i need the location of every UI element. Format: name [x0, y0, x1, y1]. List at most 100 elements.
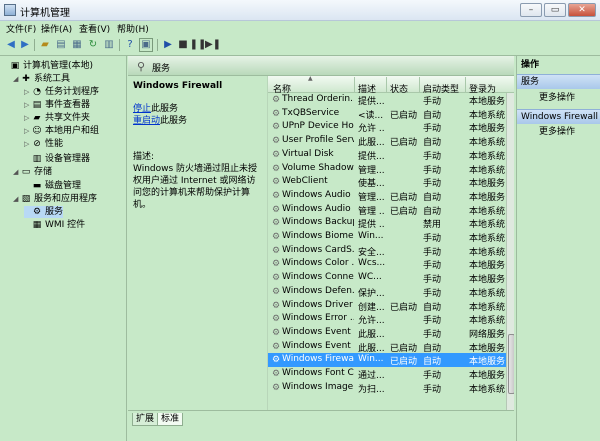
expand-arrow-icon[interactable]: ▷	[24, 86, 32, 98]
more-actions-windows-firewall[interactable]: 更多操作	[539, 126, 575, 138]
actions-section-services[interactable]: 服务	[517, 74, 600, 89]
more-actions-services[interactable]: 更多操作	[539, 92, 575, 104]
tree-node-7[interactable]: ▥ 设备管理器	[24, 153, 90, 165]
service-name: Windows Event ...	[282, 326, 354, 337]
service-row[interactable]: ⚙Windows Audio ... 管理 ... 已启动自动 本地系统	[268, 203, 506, 217]
properties-icon[interactable]: ▦	[70, 38, 84, 52]
collapse-arrow-icon[interactable]: ◢	[13, 73, 21, 85]
tree-node-10[interactable]: ◢ ▧ 服务和应用程序	[13, 193, 97, 205]
scrollbar-thumb[interactable]	[508, 334, 514, 394]
service-row[interactable]: ⚙ UPnP Device Host 允许 ... 手动 本地服务	[268, 120, 506, 134]
minimize-button[interactable]: –	[520, 3, 542, 17]
service-startup: 手动	[423, 316, 442, 327]
service-desc: 安全...	[358, 247, 385, 258]
service-row[interactable]: ⚙Windows Event ... 此服... 已启动自动 本地服务	[268, 340, 506, 354]
tree-node-label: WMI 控件	[45, 220, 86, 230]
tree-node-12[interactable]: ▦ WMI 控件	[24, 219, 85, 231]
expand-arrow-icon[interactable]: ▷	[24, 112, 32, 124]
close-button[interactable]: ✕	[568, 3, 596, 17]
service-logon: 本地服务	[469, 343, 506, 354]
service-row[interactable]: ⚙ Virtual Disk 提供... 手动 本地系统	[268, 148, 506, 162]
show-hide-tree-icon[interactable]: ▤	[54, 38, 68, 52]
refresh-icon[interactable]: ↻	[86, 38, 100, 52]
menu-view[interactable]: 查看(V)	[79, 22, 110, 35]
tree-node-0[interactable]: ▣ 计算机管理(本地)	[2, 60, 93, 72]
tree-node-11[interactable]: ⚙ 服务	[24, 206, 64, 218]
menu-help[interactable]: 帮助(H)	[117, 22, 149, 35]
tree-node-3[interactable]: ▷ ▤ 事件查看器	[24, 99, 90, 111]
service-row[interactable]: ⚙Windows Biome... Win... 手动 本地系统	[268, 230, 506, 244]
service-name: Windows Event ...	[282, 340, 354, 351]
service-status: 已启动	[390, 357, 418, 368]
collapse-arrow-icon[interactable]: ◢	[13, 166, 21, 178]
start-service-icon[interactable]: ▶	[161, 38, 175, 52]
actions-section-windows-firewall[interactable]: Windows Firewall	[517, 109, 600, 124]
service-logon: 本地服务	[469, 357, 506, 368]
service-row[interactable]: ⚙ Windows CardS... 安全... 手动 本地系统	[268, 244, 506, 258]
service-logon: 本地系统	[469, 110, 506, 121]
service-startup: 禁用	[423, 220, 442, 231]
service-startup: 手动	[423, 288, 442, 299]
stop-service-suffix: 此服务	[151, 104, 179, 114]
service-row[interactable]: ⚙ Windows Error ... 允许... 手动 本地系统	[268, 312, 506, 326]
service-gear-icon: ⚙	[271, 245, 281, 256]
forward-icon[interactable]: ▶	[18, 38, 32, 52]
service-row[interactable]: ⚙ WebClient 使基... 手动 本地服务	[268, 175, 506, 189]
service-row[interactable]: ⚙Windows Font C... 通过... 手动 本地服务	[268, 367, 506, 381]
service-logon: 本地系统	[469, 316, 506, 327]
tree-node-5[interactable]: ▷ ☺ 本地用户和组	[24, 125, 99, 137]
stop-service-icon[interactable]: ■	[176, 38, 190, 52]
menu-file[interactable]: 文件(F)	[6, 22, 36, 35]
service-row[interactable]: ⚙Windows Driver ... 创建... 已启动自动 本地系统	[268, 299, 506, 313]
tab-extended[interactable]: 扩展	[132, 413, 159, 426]
maximize-button[interactable]: ▭	[544, 3, 566, 17]
restart-service-link[interactable]: 重启动	[133, 116, 160, 126]
service-row[interactable]: ⚙Windows Conne... WC... 手动 本地服务	[268, 271, 506, 285]
export-list-icon[interactable]: ▥	[102, 38, 116, 52]
service-gear-icon: ⚙	[271, 204, 281, 215]
up-folder-icon[interactable]: ▰	[38, 38, 52, 52]
service-status: 已启动	[390, 206, 418, 217]
service-row[interactable]: ⚙ Windows Audio 管理... 已启动 自动 本地服务	[268, 189, 506, 203]
help-icon[interactable]: ?	[123, 38, 137, 52]
pause-service-icon[interactable]: ❚❚	[190, 38, 207, 52]
tab-standard[interactable]: 标准	[157, 413, 184, 426]
service-row[interactable]: ⚙ Thread Orderin... 提供... 手动 本地服务	[268, 93, 506, 107]
tree-node-2[interactable]: ▷ ◔ 任务计划程序	[24, 86, 99, 98]
toolbar: ◀ ▶ ▰ ▤ ▦ ↻ ▥ ? ▣ ▶ ■ ❚❚ ▶❚	[0, 35, 600, 56]
menu-action[interactable]: 操作(A)	[41, 22, 72, 35]
expand-arrow-icon[interactable]: ▷	[24, 125, 32, 137]
tree-node-1[interactable]: ◢ ✚ 系统工具	[13, 73, 70, 85]
tree-node-6[interactable]: ▷ ⊘ 性能	[24, 138, 63, 150]
service-row[interactable]: ⚙ Volume Shadow... 管理... 手动 本地系统	[268, 162, 506, 176]
console-view-icon[interactable]: ▣	[139, 38, 153, 52]
service-startup: 手动	[423, 97, 442, 107]
service-logon: 本地服务	[469, 97, 506, 107]
back-icon[interactable]: ◀	[4, 38, 18, 52]
expand-arrow-icon[interactable]: ▷	[24, 138, 32, 150]
service-name: Windows Audio ...	[282, 203, 354, 214]
service-logon: 本地系统	[469, 384, 506, 395]
service-row[interactable]: ⚙ Windows Image... 为扫... 手动 本地系统	[268, 381, 506, 395]
panel-title: 服务	[152, 64, 171, 74]
tree-node-9[interactable]: ▬ 磁盘管理	[24, 180, 81, 192]
service-row[interactable]: ⚙User Profile Serv... 此服... 已启动自动 本地系统	[268, 134, 506, 148]
tree-node-4[interactable]: ▷ ▰ 共享文件夹	[24, 112, 90, 124]
collapse-arrow-icon[interactable]: ◢	[13, 193, 21, 205]
expand-arrow-icon[interactable]: ▷	[24, 99, 32, 111]
service-row[interactable]: ⚙ Windows Defen... 保护... 手动 本地系统	[268, 285, 506, 299]
tree-node-8[interactable]: ◢ ▭ 存储	[13, 166, 52, 178]
stop-service-link[interactable]: 停止	[133, 104, 151, 114]
wmi-icon: ▦	[32, 220, 42, 230]
restart-service-icon[interactable]: ▶❚	[205, 38, 221, 52]
service-startup: 自动	[423, 138, 442, 149]
service-startup: 手动	[423, 275, 442, 286]
service-row[interactable]: ⚙ Windows Firewall Win... 已启动 自动 本地服务	[268, 353, 506, 368]
service-row[interactable]: ⚙ TxQBService <读... 已启动 自动 本地系统	[268, 107, 506, 121]
vertical-scrollbar[interactable]	[506, 93, 514, 410]
service-desc: WC...	[358, 272, 382, 283]
service-row[interactable]: ⚙ Windows Backup 提供 ... 禁用 本地系统	[268, 216, 506, 230]
service-name: Windows Biome...	[282, 231, 354, 241]
service-row[interactable]: ⚙Windows Event ... 此服... 手动 网络服务	[268, 326, 506, 340]
service-row[interactable]: ⚙ Windows Color ... Wcs... 手动 本地服务	[268, 257, 506, 271]
